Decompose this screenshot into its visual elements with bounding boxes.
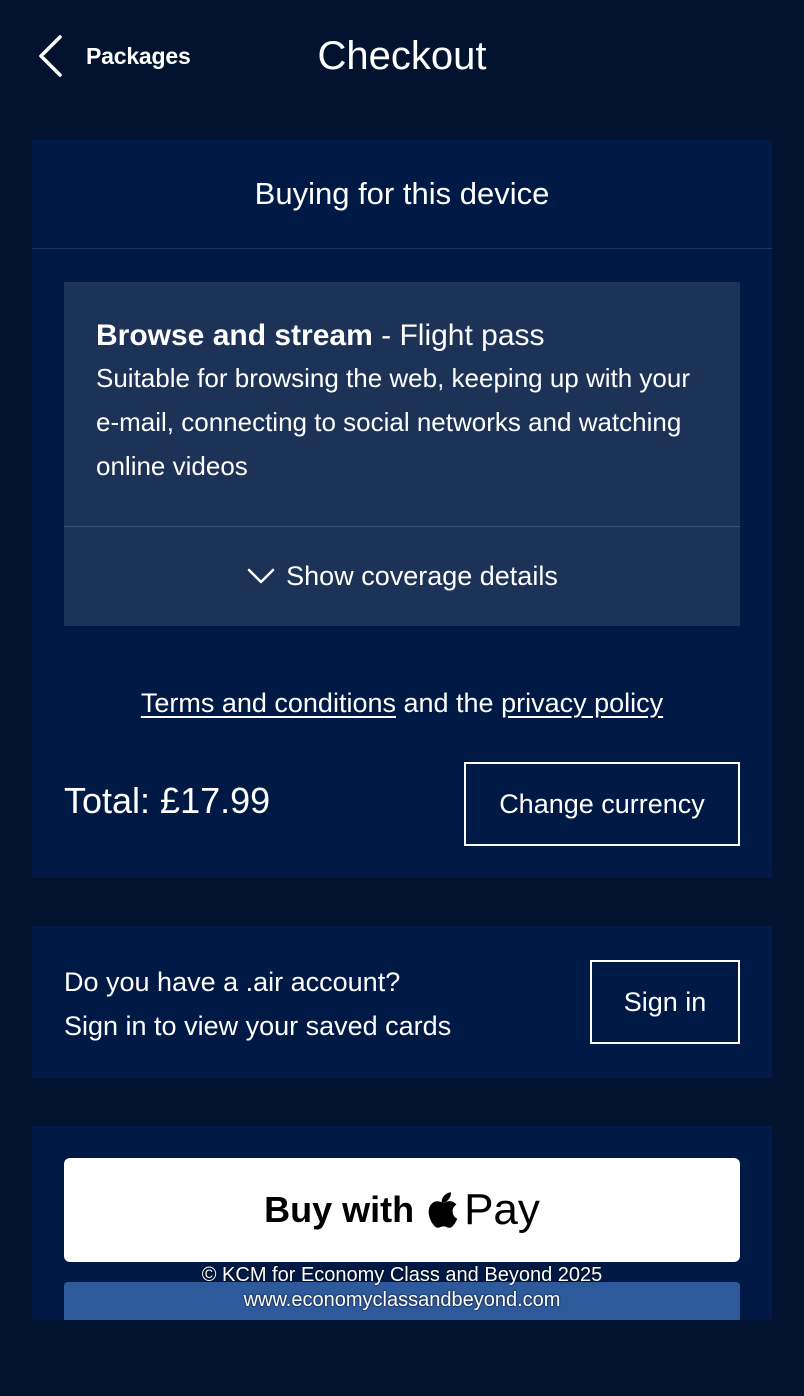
privacy-policy-link[interactable]: privacy policy	[501, 688, 663, 718]
package-type: Flight pass	[399, 319, 545, 352]
show-coverage-label: Show coverage details	[286, 560, 558, 591]
account-question: Do you have a .air account?	[64, 967, 401, 997]
page-title: Checkout	[317, 34, 487, 78]
terms-link[interactable]: Terms and conditions	[141, 688, 396, 718]
package-name: Browse and stream	[96, 319, 373, 352]
chevron-down-icon	[247, 568, 275, 584]
apple-pay-word: Pay	[464, 1185, 540, 1234]
website-watermark: www.economyclassandbeyond.com	[243, 1289, 561, 1311]
copyright-watermark: © KCM for Economy Class and Beyond 2025	[201, 1264, 603, 1286]
apple-pay-prefix: Buy with	[264, 1189, 415, 1230]
package-separator: -	[372, 319, 400, 352]
purchase-card: Buying for this device Browse and stream…	[32, 140, 772, 878]
package-heading: Browse and stream - Flight pass	[96, 316, 708, 356]
package-description: Suitable for browsing the web, keeping u…	[96, 363, 691, 481]
account-hint: Sign in to view your saved cards	[64, 1011, 452, 1041]
sign-in-button[interactable]: Sign in	[590, 960, 740, 1044]
header: Packages Checkout	[0, 0, 804, 112]
apple-logo-icon	[428, 1192, 458, 1228]
package-body: Browse and stream - Flight pass Suitable…	[64, 282, 740, 527]
apple-pay-button[interactable]: Buy with Pay	[64, 1158, 740, 1262]
package-panel: Browse and stream - Flight pass Suitable…	[64, 282, 740, 626]
total-price: Total: £17.99	[64, 780, 271, 821]
purchase-card-title: Buying for this device	[32, 140, 772, 249]
account-prompt: Do you have a .air account? Sign in to v…	[64, 960, 451, 1048]
terms-connector: and the	[395, 688, 502, 718]
change-currency-button[interactable]: Change currency	[464, 762, 740, 846]
account-card: Do you have a .air account? Sign in to v…	[32, 926, 772, 1078]
show-coverage-button[interactable]: Show coverage details	[64, 527, 740, 625]
terms-text: Terms and conditions and the privacy pol…	[32, 688, 772, 719]
